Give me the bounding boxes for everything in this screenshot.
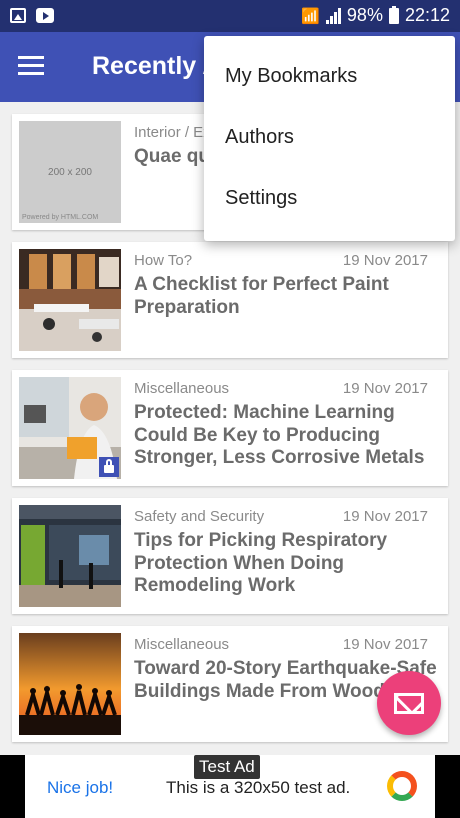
- battery-icon: [388, 5, 399, 24]
- placeholder-footer: Powered by HTML.COM: [22, 214, 99, 221]
- wifi-icon: 📶: [301, 7, 320, 25]
- post-card[interactable]: Miscellaneous 19 Nov 2017 Protected: Mac…: [12, 370, 448, 486]
- post-category: Safety and Security: [134, 508, 265, 525]
- ad-text: This is a 320x50 test ad.: [166, 778, 351, 797]
- email-fab[interactable]: [377, 671, 441, 735]
- hamburger-icon[interactable]: [18, 56, 44, 76]
- post-date: 19 Nov 2017: [342, 508, 428, 525]
- ad-nice-text: Nice job!: [47, 778, 114, 797]
- post-date: 19 Nov 2017: [342, 636, 428, 653]
- post-category: Miscellaneous: [134, 380, 230, 397]
- thumbnail-placeholder: 200 x 200 Powered by HTML.COM: [19, 121, 121, 223]
- post-date: 19 Nov 2017: [342, 252, 428, 269]
- post-thumbnail: [19, 249, 121, 351]
- post-title: Protected: Machine Learning Could Be Key…: [134, 402, 425, 468]
- post-title: A Checklist for Perfect Paint Preparatio…: [134, 274, 389, 318]
- post-category: How To?: [134, 252, 193, 269]
- menu-item-settings[interactable]: Settings: [204, 168, 455, 229]
- battery-percent: 98%: [346, 5, 383, 25]
- post-thumbnail: [19, 377, 121, 479]
- lock-icon: [99, 457, 119, 477]
- post-title: Tips for Picking Respiratory Protection …: [134, 530, 388, 596]
- clock: 22:12: [404, 5, 450, 25]
- post-card[interactable]: How To? 19 Nov 2017 A Checklist for Perf…: [12, 242, 448, 358]
- post-date: 19 Nov 2017: [342, 380, 428, 397]
- status-bar: 📶 98% 22:12: [0, 0, 460, 32]
- post-card[interactable]: Safety and Security 19 Nov 2017 Tips for…: [12, 498, 448, 614]
- menu-item-authors[interactable]: Authors: [204, 107, 455, 168]
- overflow-menu: My Bookmarks Authors Settings: [204, 36, 455, 241]
- ad-logo-icon: [387, 771, 417, 801]
- post-thumbnail: [19, 505, 121, 607]
- menu-item-bookmarks[interactable]: My Bookmarks: [204, 46, 455, 107]
- post-thumbnail: [19, 633, 121, 735]
- youtube-icon: [36, 8, 54, 23]
- ad-label: Test Ad: [194, 755, 260, 779]
- signal-icon: [325, 7, 341, 24]
- post-category: Miscellaneous: [134, 636, 230, 653]
- envelope-icon: [394, 692, 424, 714]
- image-icon: [10, 8, 26, 23]
- placeholder-text: 200 x 200: [48, 166, 92, 178]
